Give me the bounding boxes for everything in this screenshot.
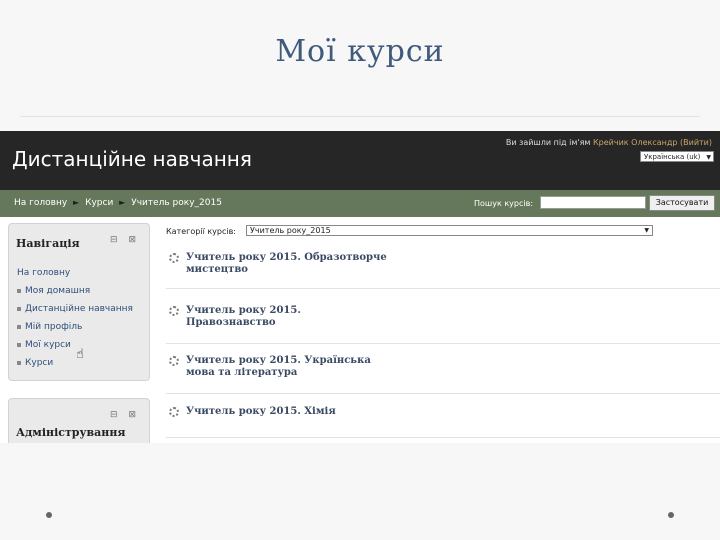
screenshot-frame: Дистанційне навчання Ви зайшли під ім'ям… xyxy=(0,131,720,443)
course-name[interactable]: Учитель року 2015. Українська мова та лі… xyxy=(186,355,416,379)
navbar: На головну ► Курси ► Учитель року_2015 П… xyxy=(0,190,720,217)
course-icon xyxy=(169,306,179,316)
course-divider xyxy=(166,288,720,289)
course-name-line: мистецтво xyxy=(186,264,248,275)
course-name-line: Учитель року 2015. Хімія xyxy=(186,406,336,417)
navigation-block-title: Навігація xyxy=(16,237,80,250)
site-name[interactable]: Дистанційне навчання xyxy=(12,147,252,171)
title-divider xyxy=(20,116,700,117)
nav-item-my-profile[interactable]: Мій профіль xyxy=(17,318,133,336)
slide-ornament-right xyxy=(668,512,674,518)
course-name-line: Учитель року 2015. Образотворче xyxy=(186,252,387,263)
hand-cursor-icon: ☝ xyxy=(76,347,84,362)
course-name-line: Правознавство xyxy=(186,317,276,328)
course-icon xyxy=(169,407,179,417)
course-icon xyxy=(169,356,179,366)
administration-block-title: Адміністрування xyxy=(16,426,126,439)
breadcrumb-separator-icon: ► xyxy=(73,198,80,207)
nav-item-distance-learning[interactable]: Дистанційне навчання xyxy=(17,300,133,318)
nav-item-courses[interactable]: Курси xyxy=(17,354,133,372)
nav-item-my-home[interactable]: Моя домашня xyxy=(17,282,133,300)
nav-item-my-courses[interactable]: Мої курси xyxy=(17,336,133,354)
course-divider xyxy=(166,437,720,438)
breadcrumb-courses[interactable]: Курси xyxy=(85,198,113,208)
category-label: Категорії курсів: xyxy=(166,227,237,236)
category-select[interactable]: Учитель року_2015 ▼ xyxy=(246,225,653,236)
search-button[interactable]: Застосувати xyxy=(649,195,715,211)
block-controls-icon[interactable]: ⊟ ⊠ xyxy=(110,410,140,420)
course-name[interactable]: Учитель року 2015. Хімія xyxy=(186,406,416,418)
navigation-list: На головну Моя домашня Дистанційне навча… xyxy=(17,264,133,372)
language-select[interactable]: Українська (uk) ▼ xyxy=(640,151,714,162)
administration-block: Адміністрування ⊟ ⊠ xyxy=(8,398,150,443)
breadcrumb-separator-icon: ► xyxy=(119,198,126,207)
search-input[interactable] xyxy=(540,196,646,209)
chevron-down-icon: ▼ xyxy=(706,154,711,161)
course-divider xyxy=(166,393,720,394)
chevron-down-icon: ▼ xyxy=(644,227,649,234)
search-label: Пошук курсів: xyxy=(474,199,534,208)
breadcrumb: На головну ► Курси ► Учитель року_2015 xyxy=(14,198,222,208)
slide-title: Мої курси xyxy=(275,34,445,69)
language-value: Українська (uk) xyxy=(644,153,701,161)
header-bar: Дистанційне навчання Ви зайшли під ім'ям… xyxy=(0,131,720,190)
breadcrumb-home[interactable]: На головну xyxy=(14,198,67,208)
course-name-line: Учитель року 2015. Українська xyxy=(186,355,371,366)
block-controls-icon[interactable]: ⊟ ⊠ xyxy=(110,235,140,245)
login-prefix: Ви зайшли під ім'ям xyxy=(505,138,591,147)
course-icon xyxy=(169,253,179,263)
nav-item-home[interactable]: На головну xyxy=(17,264,133,282)
login-user-link[interactable]: Крейчик Олександр (Вийти) xyxy=(593,138,712,147)
category-value: Учитель року_2015 xyxy=(250,226,331,235)
course-divider xyxy=(166,343,720,344)
course-name[interactable]: Учитель року 2015. Образотворче мистецтв… xyxy=(186,252,416,276)
course-name[interactable]: Учитель року 2015. Правознавство xyxy=(186,305,416,329)
course-name-line: мова та література xyxy=(186,367,298,378)
breadcrumb-category[interactable]: Учитель року_2015 xyxy=(131,198,222,208)
slide-ornament-left xyxy=(46,512,52,518)
course-name-line: Учитель року 2015. xyxy=(186,305,301,316)
login-info: Ви зайшли під ім'ям Крейчик Олександр (В… xyxy=(506,138,712,147)
